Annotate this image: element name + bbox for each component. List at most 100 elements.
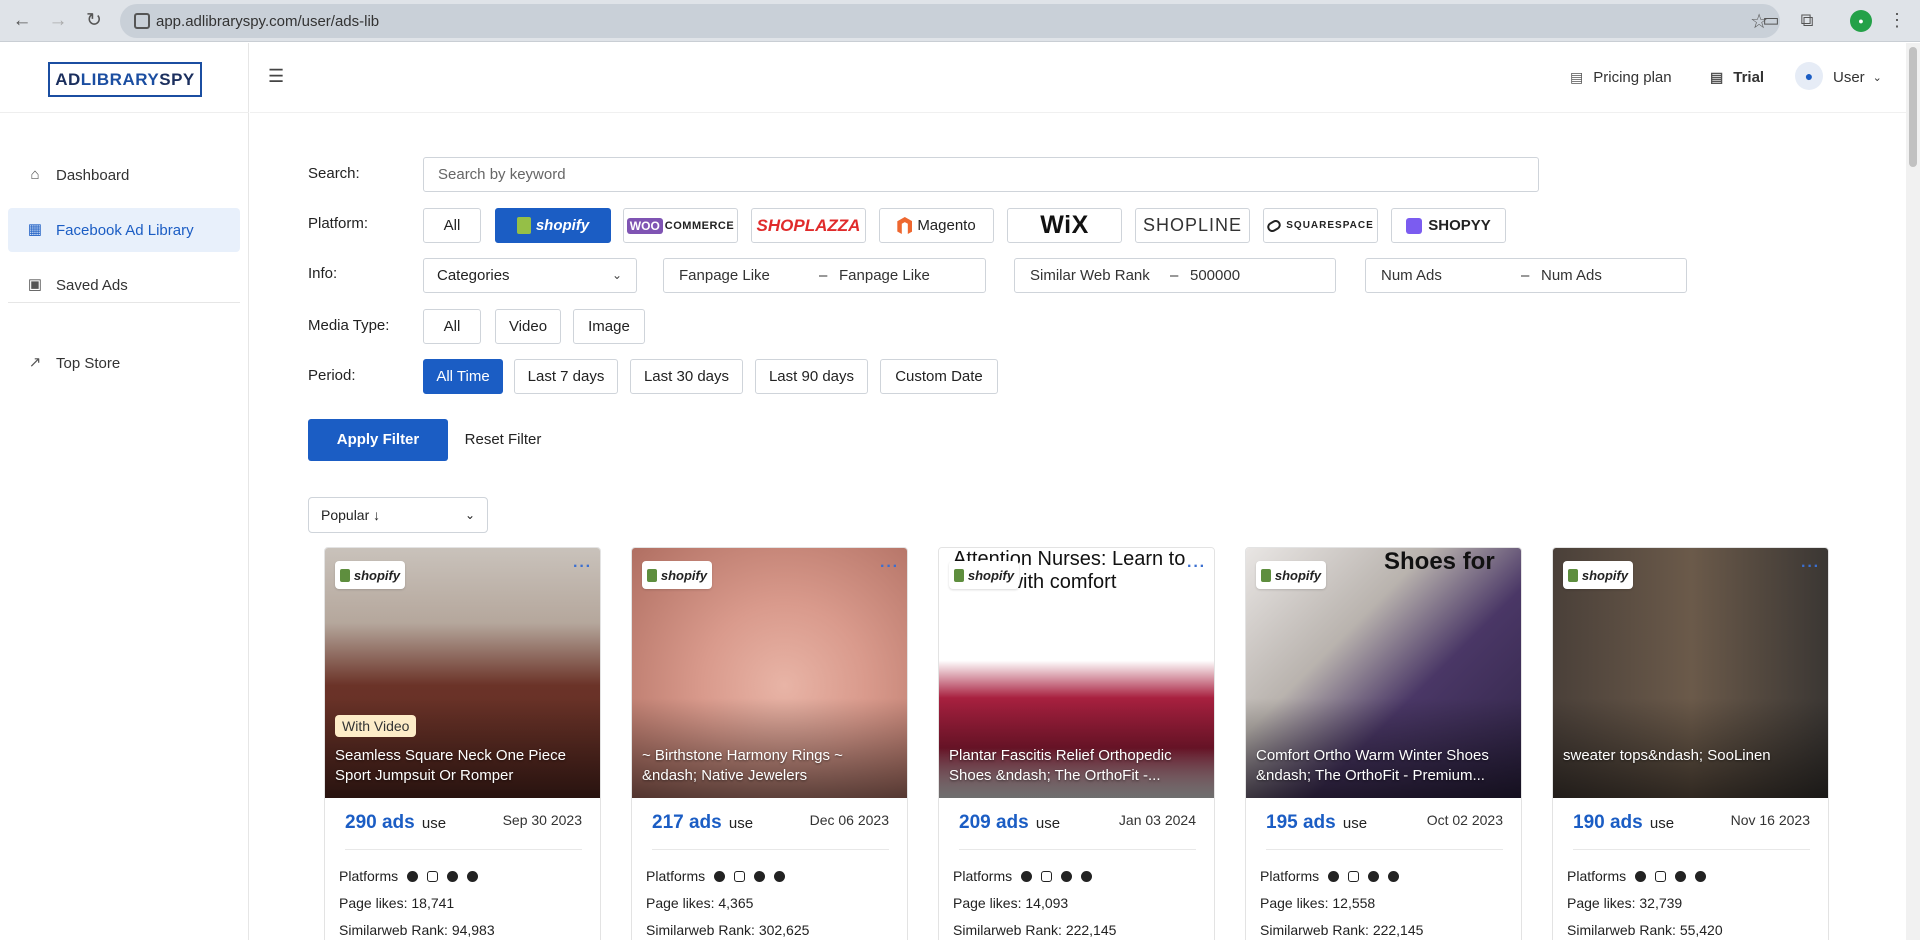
- ad-thumbnail[interactable]: shopify ··· With Video Seamless Square N…: [325, 548, 600, 798]
- audience-network-icon: [754, 870, 766, 882]
- period-last-7-days-button[interactable]: Last 7 days: [514, 359, 618, 394]
- messenger-icon: [774, 870, 786, 882]
- platform-squarespace-button[interactable]: SQUARESPACE: [1263, 208, 1378, 243]
- fanpage-like-max-input[interactable]: Fanpage Like: [839, 259, 930, 292]
- shopify-badge: shopify: [1256, 561, 1326, 589]
- period-last-90-days-button[interactable]: Last 90 days: [755, 359, 868, 394]
- sidebar-item-top-store[interactable]: ↗ Top Store: [8, 341, 240, 385]
- platforms-row: Platforms: [1260, 868, 1400, 884]
- media-type-label: Media Type:: [308, 317, 390, 334]
- sidebar-item-facebook-ad-library[interactable]: ▦ Facebook Ad Library: [8, 208, 240, 252]
- similarweb-rank: Similarweb Rank: 222,145: [953, 922, 1117, 938]
- search-input[interactable]: [423, 157, 1539, 192]
- trial-link[interactable]: ▤ Trial: [1710, 69, 1764, 86]
- ad-card[interactable]: shopify ··· sweater tops&ndash; SooLinen…: [1552, 547, 1829, 940]
- platform-shopify-button[interactable]: shopify: [495, 208, 611, 243]
- media-video-button[interactable]: Video: [495, 309, 561, 344]
- chevron-down-icon: ⌄: [464, 508, 475, 522]
- ad-date: Jan 03 2024: [1118, 812, 1196, 828]
- ad-date: Dec 06 2023: [809, 812, 889, 828]
- period-last-30-days-button[interactable]: Last 30 days: [630, 359, 743, 394]
- platform-wix-button[interactable]: WiX: [1007, 208, 1122, 243]
- num-ads-range[interactable]: Num Ads – Num Ads: [1365, 258, 1687, 293]
- similar-web-rank-max-input[interactable]: 500000: [1190, 259, 1240, 292]
- shopify-badge: shopify: [335, 561, 405, 589]
- store-icon: ▤: [1570, 69, 1584, 85]
- messenger-icon: [1695, 870, 1707, 882]
- reload-icon[interactable]: ↻: [82, 9, 106, 33]
- app-logo[interactable]: ADLIBRARYSPY: [48, 62, 202, 97]
- num-ads-min-input[interactable]: Num Ads: [1381, 259, 1442, 292]
- platforms-row: Platforms: [1567, 868, 1707, 884]
- sidebar-item-saved-ads[interactable]: ▣ Saved Ads: [8, 263, 240, 307]
- ad-title: sweater tops&ndash; SooLinen: [1563, 747, 1771, 764]
- page-scrollbar[interactable]: [1906, 43, 1920, 940]
- shopify-badge: shopify: [1563, 561, 1633, 589]
- site-info-icon[interactable]: [134, 13, 150, 29]
- instagram-icon: [734, 870, 746, 882]
- period-custom-date-button[interactable]: Custom Date: [880, 359, 998, 394]
- user-avatar-icon[interactable]: ●: [1795, 62, 1823, 90]
- media-image-button[interactable]: Image: [573, 309, 645, 344]
- reset-filter-button[interactable]: Reset Filter: [458, 419, 548, 461]
- similar-web-rank-min-input[interactable]: Similar Web Rank: [1030, 259, 1150, 292]
- more-options-icon[interactable]: ···: [1801, 558, 1820, 576]
- address-bar[interactable]: app.adlibraryspy.com/user/ads-lib ☆: [120, 4, 1780, 38]
- audience-network-icon: [1675, 870, 1687, 882]
- similar-web-rank-range[interactable]: Similar Web Rank – 500000: [1014, 258, 1336, 293]
- fanpage-like-min-input[interactable]: Fanpage Like: [679, 259, 770, 292]
- more-options-icon[interactable]: ···: [880, 558, 899, 576]
- grid-icon: ▦: [27, 221, 43, 238]
- shopify-badge: shopify: [949, 561, 1019, 589]
- fanpage-like-range[interactable]: Fanpage Like – Fanpage Like: [663, 258, 986, 293]
- platform-shopline-button[interactable]: SHOPLINE: [1135, 208, 1250, 243]
- ad-thumbnail[interactable]: shopify ··· sweater tops&ndash; SooLinen: [1553, 548, 1828, 798]
- divider: [345, 849, 582, 850]
- forward-icon[interactable]: →: [46, 9, 70, 33]
- apply-filter-button[interactable]: Apply Filter: [308, 419, 448, 461]
- ad-card[interactable]: Attention Nurses: Learn to hours with co…: [938, 547, 1215, 940]
- browser-menu-icon[interactable]: ⋮: [1886, 9, 1908, 31]
- profile-avatar[interactable]: ●: [1850, 10, 1872, 32]
- ad-thumbnail[interactable]: shopify ··· ~ Birthstone Harmony Rings ~…: [632, 548, 907, 798]
- sidebar-item-dashboard[interactable]: ⌂ Dashboard: [8, 153, 240, 197]
- shopify-bag-icon: [516, 217, 531, 234]
- pricing-plan-link[interactable]: ▤ Pricing plan: [1570, 69, 1672, 86]
- media-all-button[interactable]: All: [423, 309, 481, 344]
- platform-shoplazza-button[interactable]: SHOPLAZZA: [751, 208, 866, 243]
- platform-woocommerce-button[interactable]: WOO COMMERCE: [623, 208, 738, 243]
- more-options-icon[interactable]: ···: [573, 558, 592, 576]
- url-text: app.adlibraryspy.com/user/ads-lib: [156, 13, 380, 30]
- ad-card[interactable]: shopify ··· With Video Seamless Square N…: [324, 547, 601, 940]
- sort-select[interactable]: Popular ↓ ⌄: [308, 497, 488, 533]
- page-likes: Page likes: 32,739: [1567, 895, 1683, 911]
- platforms-row: Platforms: [646, 868, 786, 884]
- menu-toggle-icon[interactable]: ☰: [268, 67, 284, 85]
- ad-thumbnail[interactable]: Shoes for shopify Comfort Ortho Warm Win…: [1246, 548, 1521, 798]
- sidebar-item-label: Top Store: [56, 354, 121, 372]
- more-options-icon[interactable]: ···: [1187, 558, 1206, 576]
- cast-icon[interactable]: ▭: [1760, 9, 1782, 31]
- home-icon: ⌂: [30, 166, 40, 183]
- ad-thumbnail[interactable]: Attention Nurses: Learn to hours with co…: [939, 548, 1214, 798]
- back-icon[interactable]: ←: [10, 9, 34, 33]
- platform-magento-button[interactable]: Magento: [879, 208, 994, 243]
- ad-card[interactable]: shopify ··· ~ Birthstone Harmony Rings ~…: [631, 547, 908, 940]
- period-all-time-button[interactable]: All Time: [423, 359, 503, 394]
- save-icon: ▣: [27, 276, 43, 293]
- top-header: ☰ ▤ Pricing plan ▤ Trial ● User ⌄: [250, 43, 1920, 113]
- ad-title: ~ Birthstone Harmony Rings ~ &ndash; Nat…: [642, 747, 843, 784]
- ad-card[interactable]: Shoes for shopify Comfort Ortho Warm Win…: [1245, 547, 1522, 940]
- platform-all-button[interactable]: All: [423, 208, 481, 243]
- extensions-icon[interactable]: ⧉: [1796, 9, 1818, 31]
- sidebar-item-label: Dashboard: [56, 166, 130, 184]
- categories-select[interactable]: Categories ⌄: [423, 258, 637, 293]
- sidebar-item-label: Saved Ads: [56, 276, 128, 294]
- store-icon: ▤: [1710, 69, 1724, 85]
- user-menu[interactable]: User ⌄: [1833, 69, 1882, 86]
- platform-shopyy-button[interactable]: SHOPYY: [1391, 208, 1506, 243]
- scrollbar-thumb[interactable]: [1909, 47, 1917, 167]
- similarweb-rank: Similarweb Rank: 94,983: [339, 922, 495, 938]
- page-likes: Page likes: 14,093: [953, 895, 1069, 911]
- num-ads-max-input[interactable]: Num Ads: [1541, 259, 1602, 292]
